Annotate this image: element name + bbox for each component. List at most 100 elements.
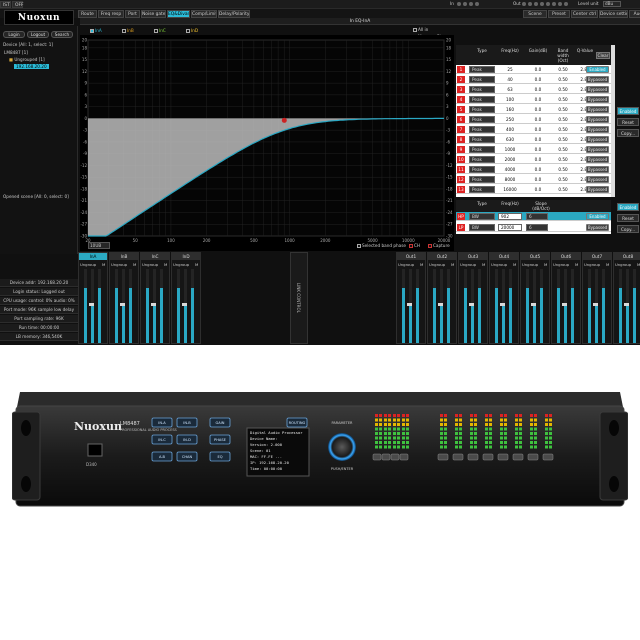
fader-knob[interactable] (438, 303, 443, 306)
strip-name[interactable]: Out5 (521, 253, 549, 260)
tree-device-ip[interactable]: 192.168.20.20 (14, 64, 49, 69)
band-bypass-button[interactable]: Bypassed (586, 96, 609, 103)
band-freq[interactable]: 63 (498, 85, 522, 94)
band-freq[interactable]: 100 (498, 95, 522, 104)
band-type-select[interactable]: Peak (469, 186, 495, 193)
band-freq[interactable]: 160 (498, 105, 522, 114)
band-gain[interactable]: 0.0 (526, 65, 550, 74)
band-type-select[interactable]: Peak (469, 176, 495, 183)
filter-slope-select[interactable]: 6 (526, 213, 548, 220)
strip-name[interactable]: InB (110, 253, 138, 260)
strip-name[interactable]: Out4 (490, 253, 518, 260)
fader-track[interactable] (626, 269, 629, 343)
band-bandwidth[interactable]: 0.50 (552, 145, 574, 154)
fader-knob[interactable] (624, 303, 629, 306)
filter-side-reset-button[interactable]: Reset (617, 214, 639, 222)
freq-unit-select[interactable]: 10UB (88, 242, 110, 249)
tab-device-setting[interactable]: Device setting (599, 10, 628, 18)
band-bypass-button[interactable]: Enabled (586, 66, 609, 73)
hp-filter-handle[interactable] (281, 117, 287, 123)
band-gain[interactable]: 0.0 (526, 75, 550, 84)
clear-button[interactable]: Clear (596, 52, 610, 59)
band-number[interactable]: 12 (457, 176, 465, 183)
band-gain[interactable]: 0.0 (526, 95, 550, 104)
band-bypass-button[interactable]: Bypassed (586, 146, 609, 153)
filter-bypass-button[interactable]: Bypassed (586, 224, 609, 231)
band-bandwidth[interactable]: 0.50 (552, 85, 574, 94)
strip-mute-label[interactable]: M (420, 262, 423, 267)
band-type-select[interactable]: Peak (469, 86, 495, 93)
band-bandwidth[interactable]: 0.50 (552, 185, 574, 194)
fader-track[interactable] (502, 269, 505, 343)
strip-mute-label[interactable]: M (102, 262, 105, 267)
fader-track[interactable] (533, 269, 536, 343)
fader-track[interactable] (191, 269, 194, 343)
tab-delay-polarity[interactable]: Delay/Polarity (218, 10, 250, 18)
channel-checkbox-ind[interactable]: InD (186, 28, 198, 33)
fader-track[interactable] (602, 269, 605, 343)
fader-track[interactable] (478, 269, 481, 343)
band-freq[interactable]: 4000 (498, 165, 522, 174)
filter-type-select[interactable]: BW (469, 213, 495, 220)
band-type-select[interactable]: Peak (469, 96, 495, 103)
filter-side-copy-button[interactable]: Copy... (617, 225, 639, 233)
fader-track[interactable] (495, 269, 498, 343)
strip-mute-label[interactable]: M (164, 262, 167, 267)
menu-item-off[interactable]: OFF (12, 1, 24, 8)
tab-preset[interactable]: Preset (548, 10, 570, 18)
tree-group[interactable]: ■ Ungrouped [1] (9, 57, 45, 62)
capture-checkbox[interactable]: Capture (428, 243, 450, 248)
fader-track[interactable] (153, 269, 156, 343)
band-type-select[interactable]: Peak (469, 146, 495, 153)
band-gain[interactable]: 0.0 (526, 115, 550, 124)
fader-knob[interactable] (89, 303, 94, 306)
band-number[interactable]: 4 (457, 96, 465, 103)
tab-center-ctrl[interactable]: Center ctrl (571, 10, 598, 18)
all-in-checkbox[interactable]: All in (413, 27, 428, 32)
band-gain[interactable]: 0.0 (526, 105, 550, 114)
fader-track[interactable] (416, 269, 419, 343)
channel-checkbox-ina[interactable]: InA (90, 28, 102, 33)
band-number[interactable]: 6 (457, 116, 465, 123)
fader-track[interactable] (564, 269, 567, 343)
fader-track[interactable] (84, 269, 87, 343)
fader-track[interactable] (509, 269, 512, 343)
search-button[interactable]: Search (51, 31, 73, 38)
fader-knob[interactable] (151, 303, 156, 306)
band-freq[interactable]: 630 (498, 135, 522, 144)
fader-track[interactable] (571, 269, 574, 343)
band-bandwidth[interactable]: 0.50 (552, 155, 574, 164)
band-number[interactable]: 11 (457, 166, 465, 173)
fader-track[interactable] (177, 269, 180, 343)
strip-name[interactable]: InC (141, 253, 169, 260)
strip-mute-label[interactable]: M (195, 262, 198, 267)
strip-mute-label[interactable]: M (133, 262, 136, 267)
fader-track[interactable] (471, 269, 474, 343)
fader-track[interactable] (464, 269, 467, 343)
tab-comp-limit[interactable]: Comp/Limit (191, 10, 217, 18)
band-number[interactable]: 9 (457, 146, 465, 153)
band-freq[interactable]: 250 (498, 115, 522, 124)
fader-track[interactable] (557, 269, 560, 343)
band-freq[interactable]: 40 (498, 75, 522, 84)
fader-knob[interactable] (469, 303, 474, 306)
fader-track[interactable] (98, 269, 101, 343)
eq-response-graph[interactable]: 20 20 18 18 15 15 12 12 9 9 6 6 3 3 0 0 -3 -3 -6 -6 -9 -9 -12 -… (80, 35, 454, 251)
band-type-select[interactable]: Peak (469, 156, 495, 163)
tab-eq-divan[interactable]: EQ&Divan (167, 10, 190, 18)
band-gain[interactable]: 0.0 (526, 175, 550, 184)
fader-track[interactable] (433, 269, 436, 343)
logout-button[interactable]: Logout (27, 31, 49, 38)
band-bandwidth[interactable]: 0.50 (552, 125, 574, 134)
fader-track[interactable] (588, 269, 591, 343)
band-type-select[interactable]: Peak (469, 116, 495, 123)
band-bandwidth[interactable]: 0.50 (552, 165, 574, 174)
fader-knob[interactable] (407, 303, 412, 306)
fader-track[interactable] (440, 269, 443, 343)
filter-number[interactable]: LP (457, 224, 465, 231)
filter-side-enabled-button[interactable]: Enabled (617, 203, 639, 211)
fader-knob[interactable] (562, 303, 567, 306)
band-bypass-button[interactable]: Bypassed (586, 176, 609, 183)
fader-track[interactable] (146, 269, 149, 343)
tab-noise-gate[interactable]: Noise gate (141, 10, 166, 18)
